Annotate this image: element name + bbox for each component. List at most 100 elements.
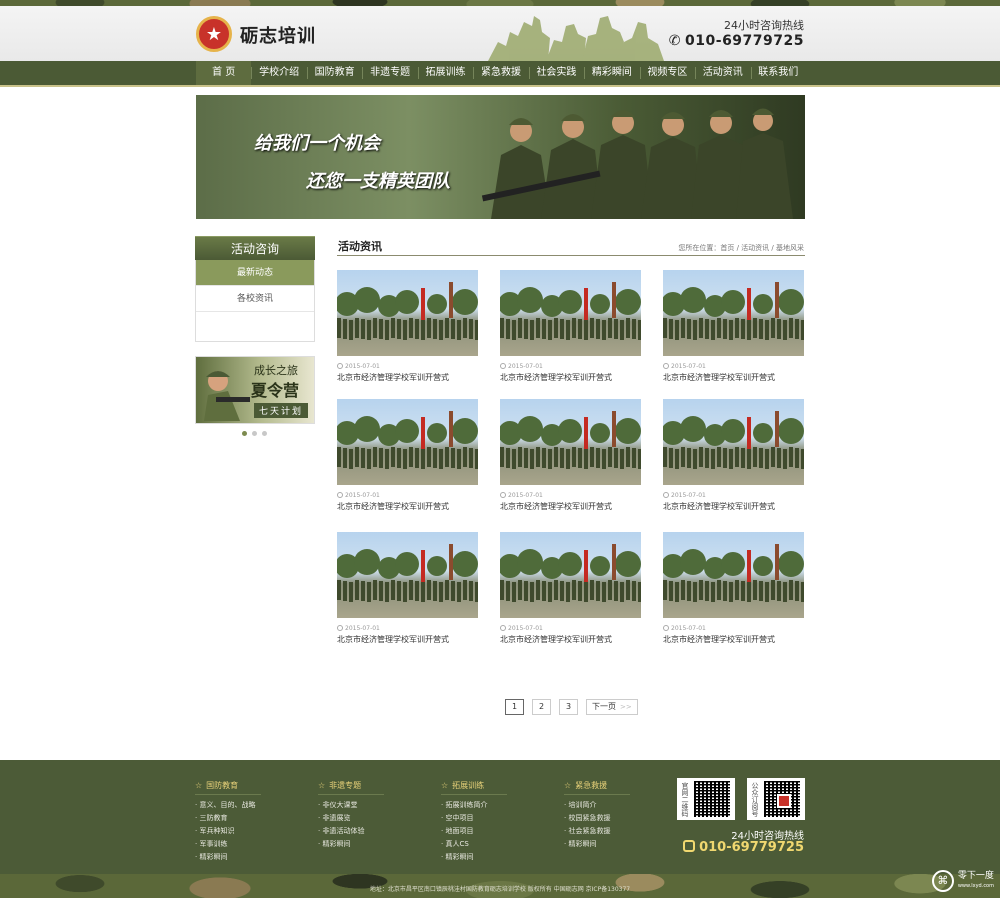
clock-icon: [500, 363, 506, 369]
breadcrumb-activity-news[interactable]: 活动资讯: [741, 244, 769, 252]
news-date: 2015-07-01: [663, 625, 804, 632]
news-thumbnail[interactable]: [337, 532, 478, 618]
hero-banner[interactable]: 给我们一个机会 还您一支精英团队: [196, 95, 805, 219]
footer-link[interactable]: 校园紧急救援: [564, 812, 684, 825]
news-thumbnail[interactable]: [337, 270, 478, 356]
footer-column-title[interactable]: 非遗专题: [329, 781, 361, 790]
news-card[interactable]: 2015-07-01 北京市经济管理学校军训开营式: [663, 532, 804, 645]
footer-link[interactable]: 非遗活动体验: [318, 825, 438, 838]
nav-item-social-practice[interactable]: 社会实践: [528, 61, 584, 85]
site-header: ★ 砺志培训 24小时咨询热线 ✆ 010-69779725: [0, 6, 1000, 61]
chimney: [775, 411, 779, 447]
summer-camp-ad[interactable]: 成长之旅 夏令营 七天计划: [195, 356, 315, 424]
footer-link[interactable]: 意义、目的、战略: [195, 799, 315, 812]
page-1-button[interactable]: 1: [505, 699, 524, 715]
news-caption[interactable]: 北京市经济管理学校军训开营式: [663, 372, 804, 383]
page-2-button[interactable]: 2: [532, 699, 551, 715]
footer-column-title[interactable]: 紧急救援: [575, 781, 607, 790]
news-date: 2015-07-01: [500, 492, 641, 499]
footer-link[interactable]: 精彩瞬间: [441, 851, 561, 864]
news-card[interactable]: 2015-07-01 北京市经济管理学校军训开营式: [500, 399, 641, 512]
news-caption[interactable]: 北京市经济管理学校军训开营式: [337, 372, 478, 383]
footer-link[interactable]: 精彩瞬间: [195, 851, 315, 864]
carousel-dot-1[interactable]: [242, 431, 247, 436]
news-thumbnail[interactable]: [663, 399, 804, 485]
pagination: 1 2 3 下一页 >>: [505, 699, 638, 715]
footer-link[interactable]: 地面项目: [441, 825, 561, 838]
nav-item-activity-news[interactable]: 活动资讯: [695, 61, 750, 85]
news-card[interactable]: 2015-07-01 北京市经济管理学校军训开营式: [337, 270, 478, 383]
watermark-logo-icon: ⌘: [931, 870, 954, 892]
clock-icon: [337, 625, 343, 631]
carousel-dot-3[interactable]: [262, 431, 267, 436]
footer-link-list: 培训简介 校园紧急救援 社会紧急救援 精彩瞬间: [564, 799, 684, 851]
next-page-button[interactable]: 下一页 >>: [586, 699, 638, 715]
star-emblem-icon[interactable]: ★: [196, 16, 232, 52]
news-card[interactable]: 2015-07-01 北京市经济管理学校军训开营式: [500, 270, 641, 383]
soldiers-silhouette-icon: [488, 16, 664, 61]
breadcrumb-current: 基地风采: [776, 244, 804, 252]
troops-illustration: [663, 318, 804, 340]
news-thumbnail[interactable]: [500, 270, 641, 356]
news-date-text: 2015-07-01: [508, 363, 543, 370]
news-thumbnail[interactable]: [337, 399, 478, 485]
news-date-text: 2015-07-01: [671, 625, 706, 632]
news-date: 2015-07-01: [500, 363, 641, 370]
footer-link[interactable]: 精彩瞬间: [318, 838, 438, 851]
nav-item-heritage[interactable]: 非遗专题: [362, 61, 417, 85]
news-caption[interactable]: 北京市经济管理学校军训开营式: [663, 634, 804, 645]
carousel-dot-2[interactable]: [252, 431, 257, 436]
nav-item-about[interactable]: 学校介绍: [251, 61, 306, 85]
watermark-url: www.lxyd.com: [957, 883, 994, 889]
news-card[interactable]: 2015-07-01 北京市经济管理学校军训开营式: [663, 399, 804, 512]
breadcrumb-home[interactable]: 您所在位置：首页: [678, 244, 734, 252]
footer-column-title[interactable]: 拓展训练: [452, 781, 484, 790]
footer-link[interactable]: 培训简介: [564, 799, 684, 812]
news-caption[interactable]: 北京市经济管理学校军训开营式: [337, 501, 478, 512]
footer-link[interactable]: 军事训练: [195, 838, 315, 851]
news-thumbnail[interactable]: [500, 399, 641, 485]
nav-item-home[interactable]: 首 页: [196, 61, 252, 85]
main-nav: 首 页 学校介绍 国防教育 非遗专题 拓展训练 紧急救援 社会实践 精彩瞬间 视…: [0, 61, 1000, 87]
qr-code-icon: [694, 781, 730, 817]
sidebar-item-school-news[interactable]: 各校资讯: [196, 286, 314, 312]
footer-link[interactable]: 真人CS: [441, 838, 561, 851]
nav-item-defense-education[interactable]: 国防教育: [306, 61, 362, 85]
footer-link[interactable]: 非遗展览: [318, 812, 438, 825]
site-logo-text[interactable]: 砺志培训: [240, 22, 316, 48]
news-caption[interactable]: 北京市经济管理学校军训开营式: [500, 372, 641, 383]
news-thumbnail[interactable]: [500, 532, 641, 618]
clock-icon: [500, 492, 506, 498]
news-thumbnail[interactable]: [663, 270, 804, 356]
nav-item-outward-training[interactable]: 拓展训练: [417, 61, 473, 85]
ad-title: 夏令营: [251, 381, 300, 400]
footer-link[interactable]: 社会紧急救援: [564, 825, 684, 838]
news-card[interactable]: 2015-07-01 北京市经济管理学校军训开营式: [337, 532, 478, 645]
footer-link[interactable]: 空中项目: [441, 812, 561, 825]
nav-item-contact[interactable]: 联系我们: [750, 61, 806, 85]
news-card[interactable]: 2015-07-01 北京市经济管理学校军训开营式: [663, 270, 804, 383]
sidebar-item-latest-news[interactable]: 最新动态: [196, 260, 314, 286]
nav-item-highlights[interactable]: 精彩瞬间: [584, 61, 639, 85]
news-caption[interactable]: 北京市经济管理学校军训开营式: [500, 501, 641, 512]
official-site-qr: 官网二维码: [677, 778, 735, 820]
footer-column-title[interactable]: 国防教育: [206, 781, 238, 790]
news-thumbnail[interactable]: [663, 532, 804, 618]
footer-link[interactable]: 非仪大课堂: [318, 799, 438, 812]
news-card[interactable]: 2015-07-01 北京市经济管理学校军训开营式: [500, 532, 641, 645]
news-date-text: 2015-07-01: [345, 363, 380, 370]
news-caption[interactable]: 北京市经济管理学校军训开营式: [500, 634, 641, 645]
nav-item-emergency-rescue[interactable]: 紧急救援: [473, 61, 528, 85]
page-3-button[interactable]: 3: [559, 699, 578, 715]
news-date-text: 2015-07-01: [508, 492, 543, 499]
star-icon: ☆: [441, 781, 449, 790]
footer-link[interactable]: 拓展训练简介: [441, 799, 561, 812]
news-date: 2015-07-01: [663, 363, 804, 370]
news-caption[interactable]: 北京市经济管理学校军训开营式: [663, 501, 804, 512]
footer-link[interactable]: 三防教育: [195, 812, 315, 825]
news-card[interactable]: 2015-07-01 北京市经济管理学校军训开营式: [337, 399, 478, 512]
nav-item-videos[interactable]: 视频专区: [639, 61, 695, 85]
footer-link[interactable]: 精彩瞬间: [564, 838, 684, 851]
footer-link[interactable]: 军兵种知识: [195, 825, 315, 838]
news-caption[interactable]: 北京市经济管理学校军训开营式: [337, 634, 478, 645]
